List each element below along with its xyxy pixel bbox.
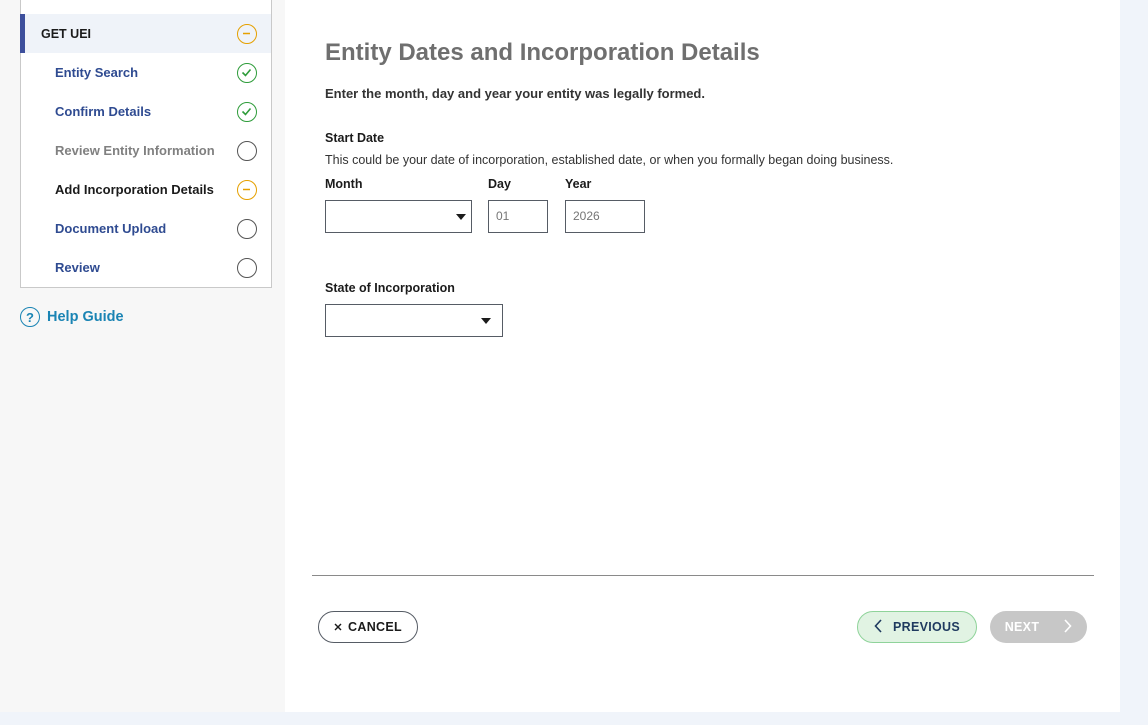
sidebar-item-label: Review Entity Information xyxy=(55,143,215,158)
page-title: Entity Dates and Incorporation Details xyxy=(325,39,760,66)
minus-circle-icon xyxy=(237,23,257,44)
sidebar-item-entity-search[interactable]: Entity Search xyxy=(21,53,271,92)
state-of-incorporation-label: State of Incorporation xyxy=(325,281,455,295)
sidebar-item-document-upload[interactable]: Document Upload xyxy=(21,209,271,248)
check-circle-icon xyxy=(237,62,257,83)
chevron-down-icon xyxy=(481,318,491,324)
start-date-hint: This could be your date of incorporation… xyxy=(325,153,894,167)
sidebar-item-label: Review xyxy=(55,260,100,275)
close-icon xyxy=(334,620,342,634)
sidebar-item-confirm-details[interactable]: Confirm Details xyxy=(21,92,271,131)
year-label: Year xyxy=(565,177,592,191)
minus-circle-icon xyxy=(237,179,257,200)
sidebar-item-label: Add Incorporation Details xyxy=(55,182,214,197)
month-select[interactable] xyxy=(325,200,472,233)
footer-divider xyxy=(312,575,1094,576)
chevron-left-icon xyxy=(874,618,883,636)
cancel-button[interactable]: CANCEL xyxy=(318,611,418,643)
sidebar-item-label: Confirm Details xyxy=(55,104,152,119)
help-guide-label: Help Guide xyxy=(47,309,124,325)
page-intro: Enter the month, day and year your entit… xyxy=(325,86,705,101)
sidebar-item-label: Entity Search xyxy=(55,65,139,80)
month-label: Month xyxy=(325,177,363,191)
previous-button-label: PREVIOUS xyxy=(893,620,960,634)
next-button-label: NEXT xyxy=(1004,620,1040,634)
day-input[interactable]: 01 xyxy=(488,200,548,233)
empty-circle-icon xyxy=(237,140,257,161)
chevron-down-icon xyxy=(456,214,466,220)
cancel-button-label: CANCEL xyxy=(348,620,402,634)
year-input[interactable]: 2026 xyxy=(565,200,645,233)
section-get-uei[interactable]: GET UEI xyxy=(20,14,271,53)
main-content: Entity Dates and Incorporation Details E… xyxy=(285,0,1120,712)
sidebar-item-review[interactable]: Review xyxy=(21,248,271,287)
state-of-incorporation-select[interactable] xyxy=(325,304,503,337)
sidebar: GET UEI Entity Search Confirm Details Re… xyxy=(0,0,285,712)
help-guide-link[interactable]: ? Help Guide xyxy=(20,307,124,327)
step-navigation: GET UEI Entity Search Confirm Details Re… xyxy=(20,0,272,288)
chevron-right-icon xyxy=(1063,618,1072,636)
next-button[interactable]: NEXT xyxy=(990,611,1087,643)
start-date-label: Start Date xyxy=(325,131,385,145)
sidebar-item-label: Document Upload xyxy=(55,221,167,236)
empty-circle-icon xyxy=(237,257,257,278)
check-circle-icon xyxy=(237,101,257,122)
section-title: GET UEI xyxy=(41,26,92,41)
question-circle-icon: ? xyxy=(20,307,40,327)
sidebar-item-review-entity-information: Review Entity Information xyxy=(21,131,271,170)
previous-button[interactable]: PREVIOUS xyxy=(857,611,977,643)
sidebar-item-add-incorporation-details[interactable]: Add Incorporation Details xyxy=(21,170,271,209)
empty-circle-icon xyxy=(237,218,257,239)
day-label: Day xyxy=(488,177,511,191)
